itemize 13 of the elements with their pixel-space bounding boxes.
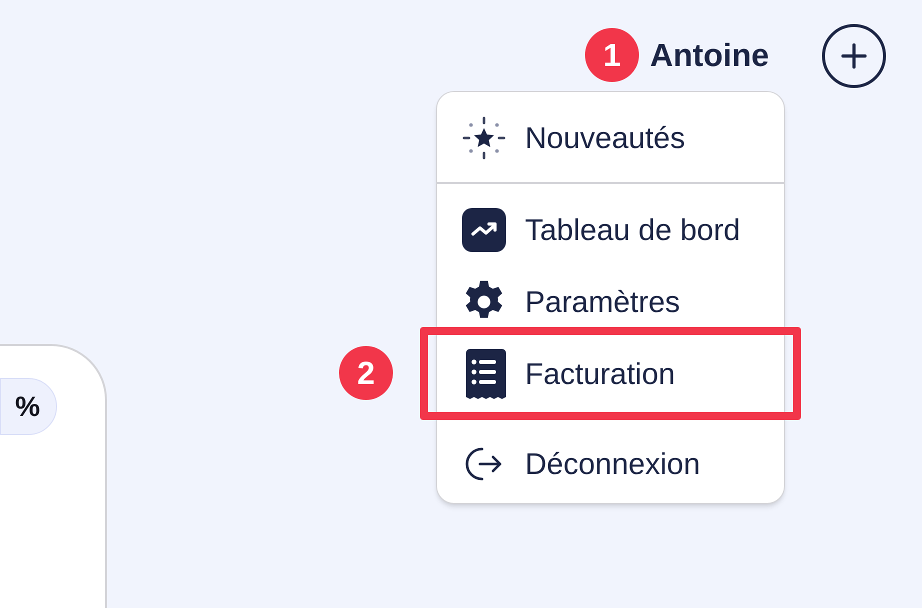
menu-item[interactable]: Déconnexion: [437, 428, 784, 500]
user-name[interactable]: Antoine: [650, 34, 770, 76]
plus-icon: [841, 43, 867, 69]
sparkle-star-icon: [462, 116, 506, 160]
menu-item[interactable]: Paramètres: [437, 266, 784, 338]
add-button[interactable]: [822, 24, 886, 88]
annotation-marker: 2: [339, 346, 393, 400]
percentage-pill: %: [0, 378, 57, 435]
annotation-marker: 1: [585, 28, 639, 82]
menu-item[interactable]: Facturation: [437, 338, 784, 410]
menu-item[interactable]: Tableau de bord: [437, 194, 784, 266]
chart-icon: [462, 208, 506, 252]
menu-item[interactable]: Nouveautés: [437, 102, 784, 174]
